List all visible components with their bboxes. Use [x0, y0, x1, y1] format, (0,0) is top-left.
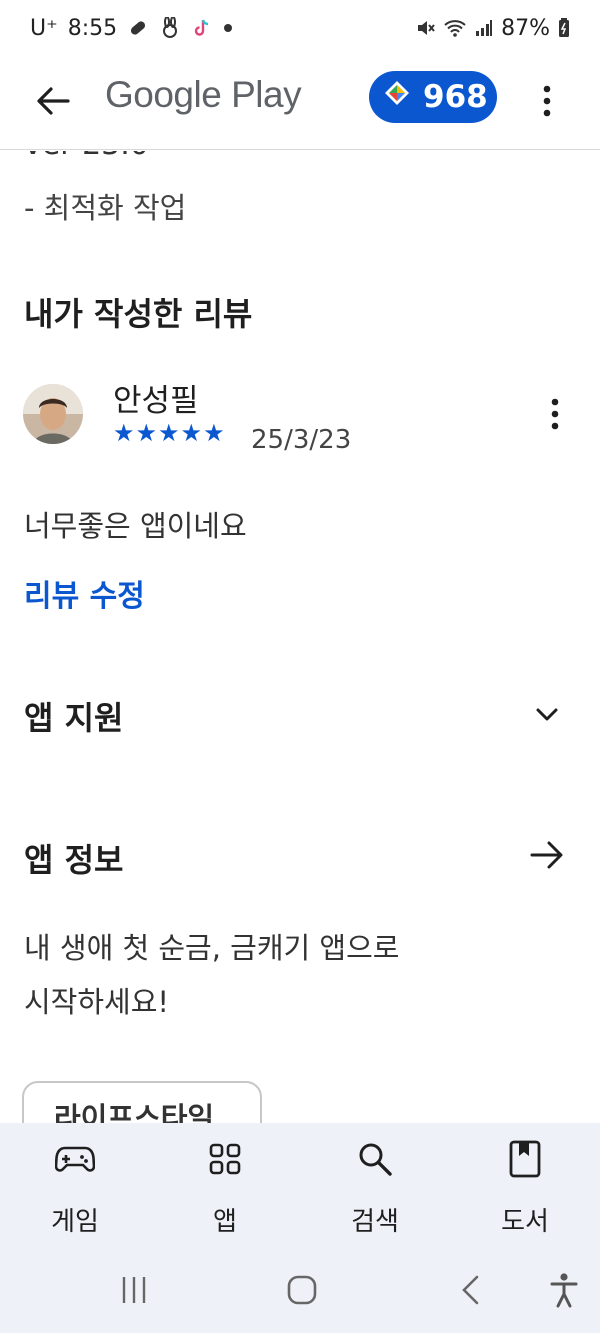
gamepad-icon [55, 1139, 95, 1179]
edit-review-link[interactable]: 리뷰 수정 [24, 571, 145, 615]
notification-dot-icon [223, 23, 233, 33]
link-icon [127, 17, 149, 39]
bottom-navigation: 게임 앱 검색 도서 [0, 1123, 600, 1250]
recent-apps-button[interactable] [114, 1270, 154, 1310]
app-description: 내 생애 첫 순금, 금캐기 앱으로 시작하세요! [24, 921, 464, 1029]
system-back-button[interactable] [450, 1270, 490, 1310]
google-play-logo: Google Play [105, 74, 302, 115]
recent-apps-icon [122, 1277, 146, 1303]
app-info-arrow-button[interactable] [525, 833, 569, 877]
status-left: U⁺ 8:55 [30, 16, 233, 41]
review-text: 너무좋은 앱이네요 [24, 509, 247, 543]
app-description-line-1: 내 생애 첫 순금, 금캐기 앱으로 [24, 931, 400, 965]
more-vert-icon [551, 398, 559, 430]
tiktok-icon [191, 17, 213, 39]
reviewer-avatar [23, 384, 83, 444]
chevron-left-icon [462, 1275, 479, 1305]
app-bar: Google Play 968 [0, 56, 600, 150]
play-points-count: 968 [423, 79, 488, 115]
back-button[interactable] [30, 78, 76, 124]
app-support-expand-button[interactable] [525, 692, 569, 736]
nav-item-games[interactable]: 게임 [0, 1123, 150, 1250]
play-points-icon [383, 79, 411, 115]
book-icon [505, 1139, 545, 1179]
accessibility-icon [550, 1273, 578, 1308]
rating-stars: ★★★★★ [113, 419, 226, 447]
app-info-title[interactable]: 앱 정보 [24, 835, 123, 881]
home-button[interactable] [282, 1270, 322, 1310]
accessibility-button[interactable] [544, 1270, 584, 1310]
arrow-back-icon [37, 87, 70, 115]
app-support-title[interactable]: 앱 지원 [24, 693, 123, 739]
apps-grid-icon [205, 1139, 245, 1179]
status-bar: U⁺ 8:55 87% [0, 0, 600, 56]
battery-icon [558, 18, 570, 38]
app-description-line-2: 시작하세요! [24, 985, 170, 1019]
review-more-button[interactable] [541, 394, 569, 434]
nav-label-search: 검색 [351, 1207, 399, 1237]
reviewer-name: 안성필 [113, 383, 199, 419]
nav-item-books[interactable]: 도서 [450, 1123, 600, 1250]
nav-item-search[interactable]: 검색 [300, 1123, 450, 1250]
review-date: 25/3/23 [251, 425, 352, 455]
change-log-item: - 최적화 작업 [24, 191, 187, 225]
play-points-badge[interactable]: 968 [369, 71, 497, 123]
category-chip[interactable]: 라이프스타일 [22, 1081, 262, 1123]
home-icon [287, 1275, 317, 1305]
nav-item-apps[interactable]: 앱 [150, 1123, 300, 1250]
status-right: 87% [415, 16, 570, 41]
system-navigation-bar [0, 1250, 600, 1333]
search-icon [355, 1139, 395, 1179]
my-review-title: 내가 작성한 리뷰 [24, 295, 253, 333]
more-options-button[interactable] [530, 78, 564, 124]
battery-percent: 87% [501, 15, 550, 41]
nav-label-games: 게임 [51, 1207, 99, 1237]
chevron-down-icon [536, 708, 558, 721]
signal-icon [475, 19, 493, 37]
arrow-forward-icon [530, 841, 563, 869]
wifi-icon [443, 18, 467, 38]
carrier-label: U⁺ [30, 15, 58, 41]
nav-label-apps: 앱 [213, 1207, 237, 1237]
nav-label-books: 도서 [501, 1207, 549, 1237]
rabbit-icon [159, 17, 181, 39]
version-line: ver 23.0 [24, 151, 149, 162]
app-details-content[interactable]: ver 23.0 - 최적화 작업 내가 작성한 리뷰 안성필 ★★★★★ 25… [0, 151, 600, 1123]
clock: 8:55 [67, 15, 118, 41]
more-vert-icon [543, 85, 551, 117]
mute-icon [415, 18, 435, 38]
